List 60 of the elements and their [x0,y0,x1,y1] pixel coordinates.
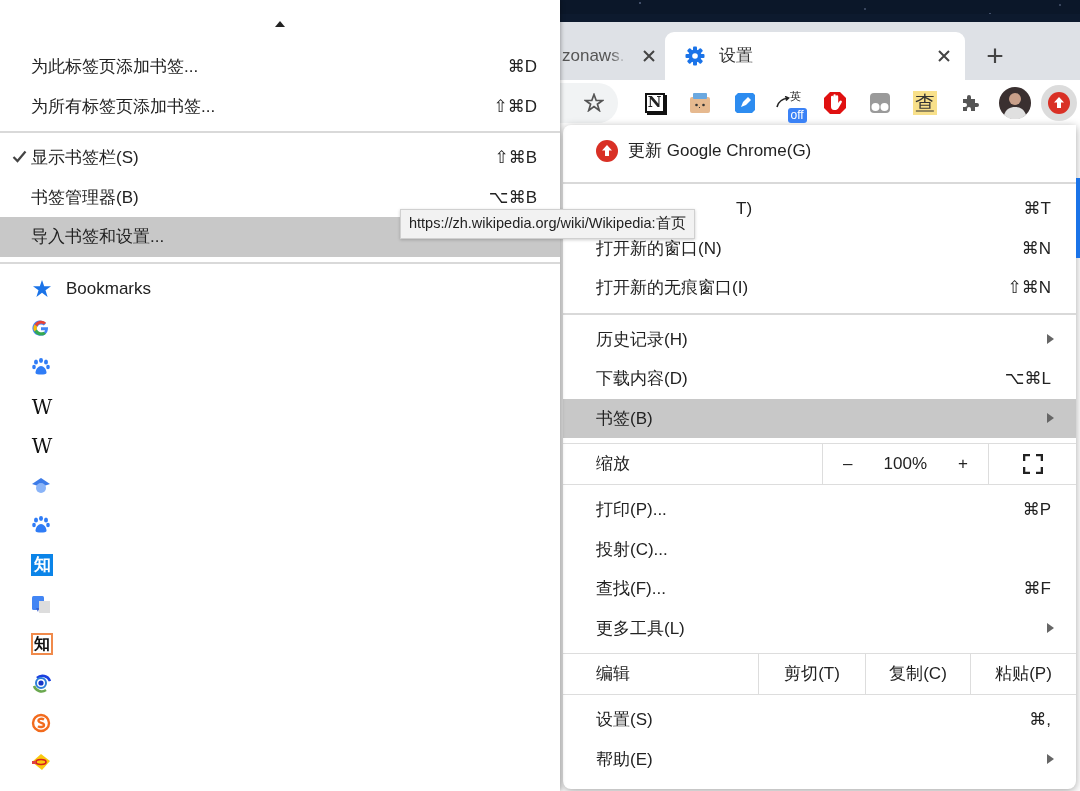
menu-item[interactable]: 打印(P)... ⌘P [563,490,1076,530]
translate-icon [31,594,51,615]
zhi-logo-icon: 知 [31,632,53,655]
edit-action-button[interactable]: 复制(C) [866,654,970,694]
s-logo-icon [31,712,51,733]
pen-icon[interactable] [733,91,756,114]
close-icon[interactable] [643,50,655,62]
browser-tab[interactable]: 设置 [665,32,965,80]
new-tab-button[interactable]: + [965,32,1025,80]
zhi-logo-icon: 知 [31,553,53,576]
star-outline-icon[interactable] [584,93,604,112]
menu-item[interactable]: 为所有标签页添加书签... ⇧⌘D [0,86,560,126]
face-box-icon[interactable] [688,91,711,114]
graduation-cap-icon [31,475,51,496]
menu-item[interactable]: 帮助(E) [563,739,1076,779]
google-logo-icon [31,317,51,338]
menu-item[interactable]: 为此标签页添加书签... ⌘D [0,47,560,87]
bookmark-folder[interactable]: Bookmarks [0,268,560,308]
w-logo-icon: W [31,435,53,458]
edit-action-button[interactable]: 粘贴(P) [971,654,1076,694]
tooltip: https://zh.wikipedia.org/wiki/Wikipedia:首页 [400,209,695,239]
bookmark-item[interactable]: 知 [0,545,560,585]
menu-item[interactable]: 设置(S) ⌘, [563,700,1076,740]
eye-icon [31,673,51,694]
arrow-icon [775,95,790,108]
menu-item[interactable]: 更多工具(L) [563,608,1076,648]
address-bar[interactable] [560,82,618,123]
menu-item[interactable]: 书签(B) [563,398,1076,438]
star-icon [33,279,51,297]
avatar-icon[interactable] [998,86,1031,119]
zoom-out-button[interactable]: – [843,444,853,484]
fullscreen-icon[interactable] [1022,454,1043,474]
update-button[interactable] [1041,84,1077,121]
update-icon [596,140,618,162]
scroll-up-icon[interactable] [275,20,285,27]
edit-action-button[interactable]: 剪切(T) [759,654,865,694]
gear-icon [685,46,705,66]
glasses-icon[interactable] [868,91,891,114]
menu-item[interactable]: 查找(F)... ⌘F [563,569,1076,609]
lookup-extension-icon[interactable]: 查 [912,90,937,115]
edit-label: 编辑 [596,663,630,686]
update-icon [1048,91,1070,114]
menu-item[interactable]: 打开新的无痕窗口(I) ⇧⌘N [563,268,1076,308]
menu-item[interactable]: 下载内容(D) ⌥⌘L [563,359,1076,399]
stop-hand-icon[interactable] [822,90,847,115]
menu-item[interactable]: 历史记录(H) [563,319,1076,359]
menu-item[interactable]: 投射(C)... [563,529,1076,569]
menu-item[interactable]: 显示书签栏(S) ⇧⌘B [0,138,560,178]
bookmark-item[interactable]: 知 [0,624,560,664]
bookmark-item[interactable]: W [0,426,560,466]
diamond-logo-icon [31,752,51,773]
close-icon[interactable] [938,50,950,62]
browser-tab[interactable]: zonaws. [560,32,665,80]
bookmark-item[interactable]: W [0,387,560,427]
w-logo-icon: W [31,395,53,418]
n-logo-icon[interactable]: N [644,92,665,113]
zoom-label: 缩放 [596,453,630,476]
zoom-level: 100% [883,453,927,476]
zoom-in-button[interactable]: + [958,444,968,484]
update-menu-item[interactable]: 更新 Google Chrome(G) [563,125,1076,177]
